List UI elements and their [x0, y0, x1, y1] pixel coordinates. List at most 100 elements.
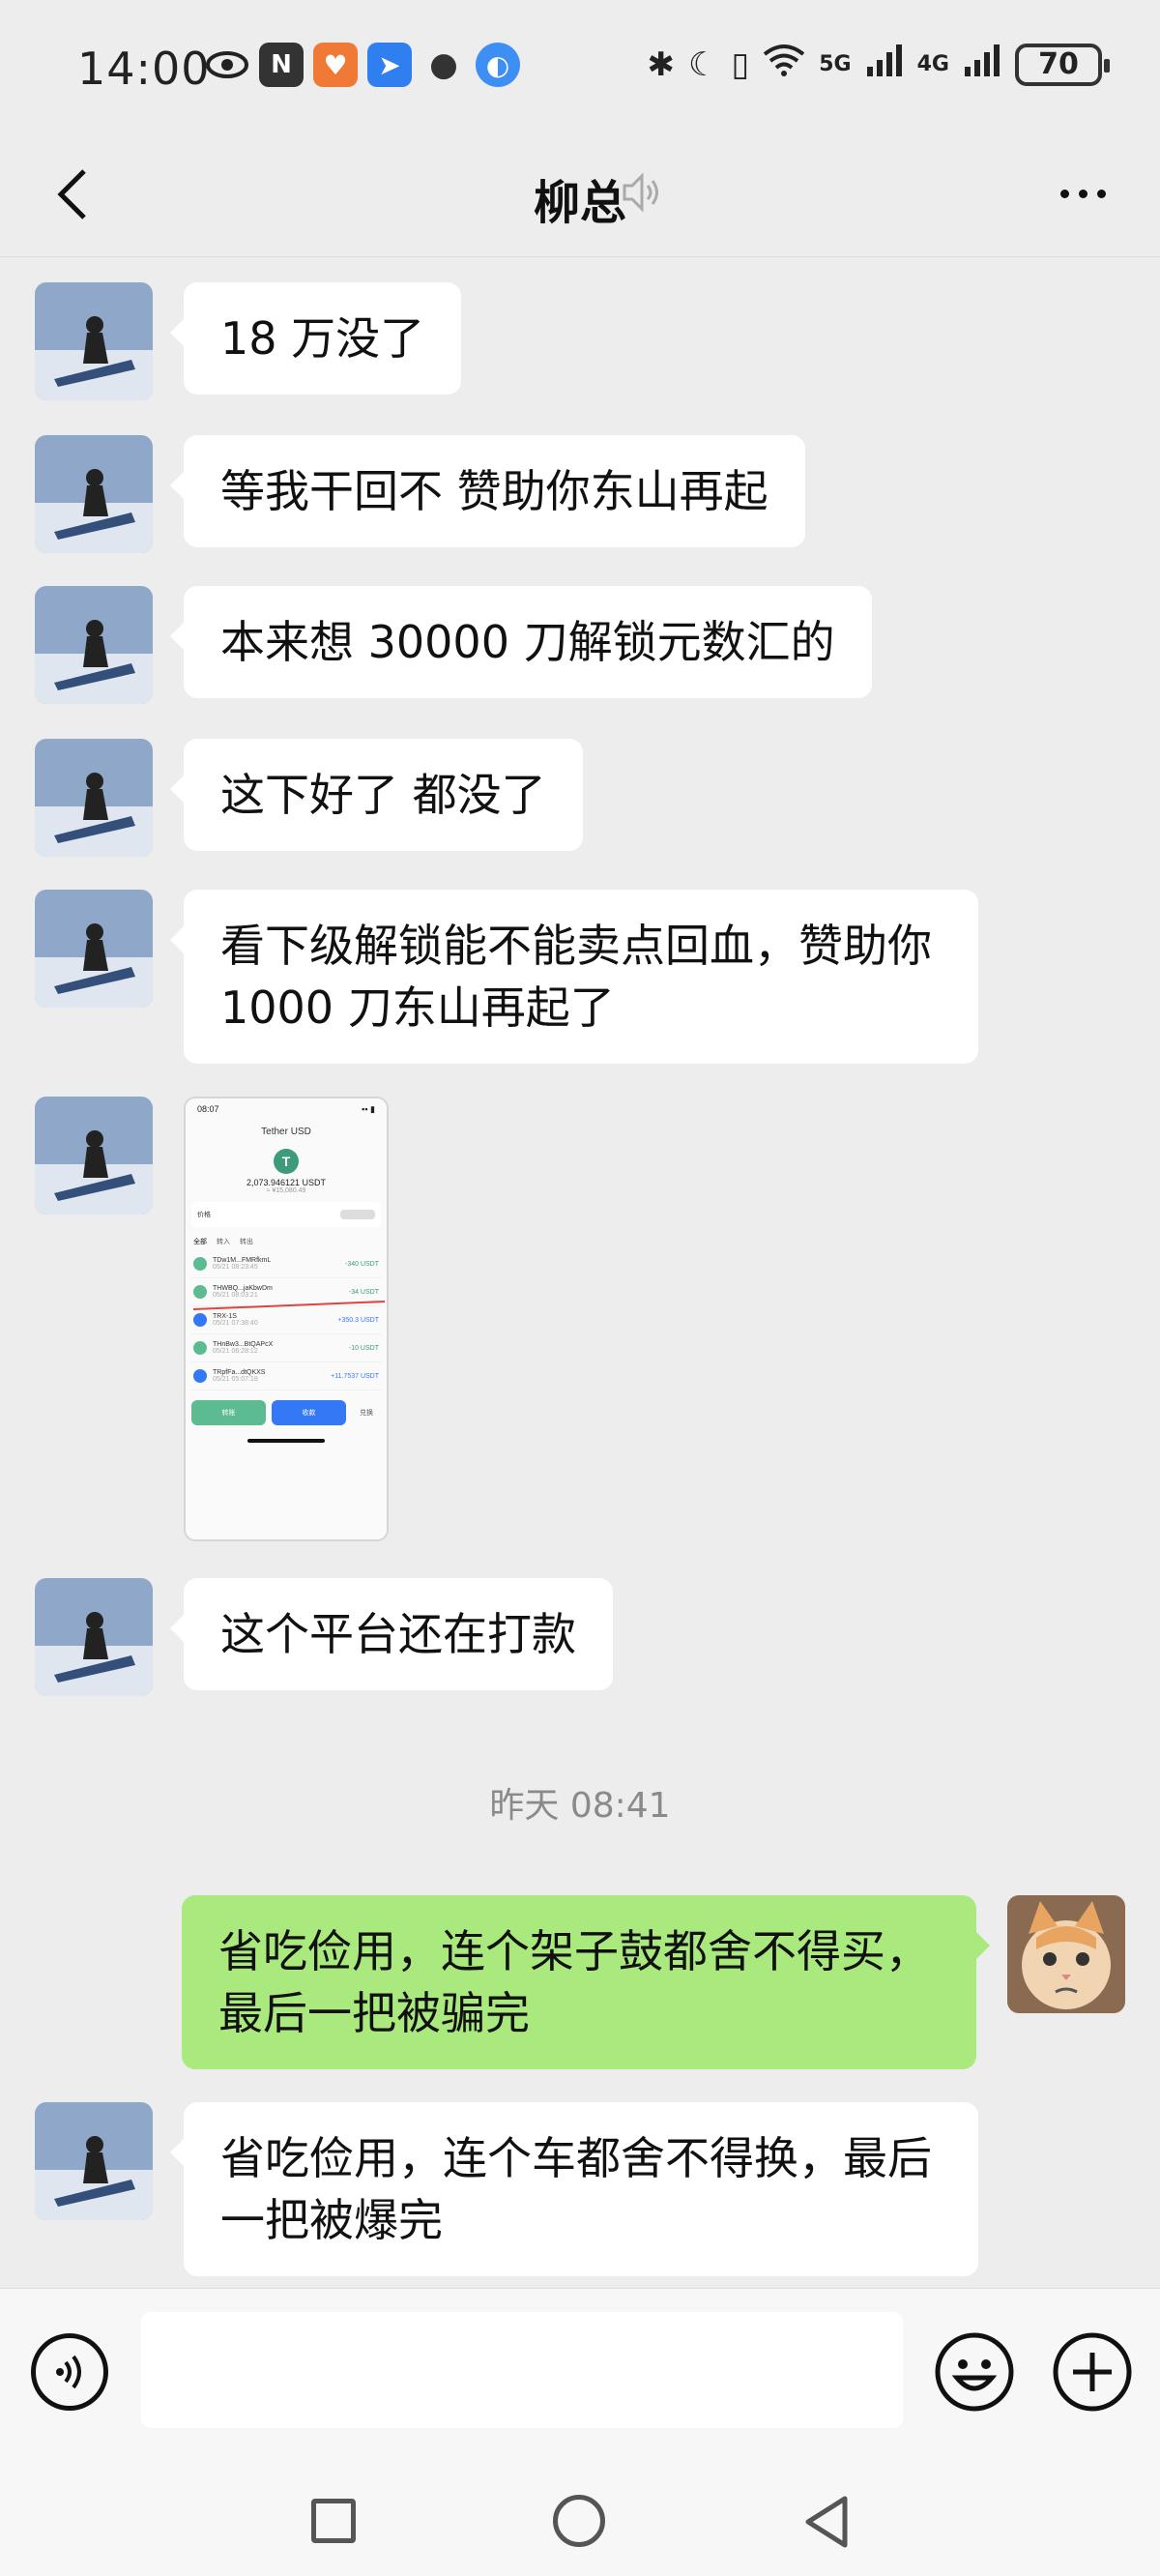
contact-avatar[interactable] [35, 739, 153, 857]
message-bubble[interactable]: 看下级解锁能不能卖点回血，赞助你 1000 刀东山再起了 [170, 890, 978, 1064]
plus-icon [1053, 2332, 1132, 2412]
status-time: 14:00 [77, 43, 211, 95]
tx-amount: -34 USDT [348, 1288, 379, 1296]
screenshot-fiat: ≈ ¥15,080.49 [266, 1187, 306, 1194]
tx-amount: -10 USDT [348, 1344, 379, 1352]
screenshot-time: 08:07 [197, 1104, 219, 1114]
more-actions-button[interactable] [1052, 2331, 1133, 2413]
tx-icon [193, 1257, 207, 1271]
more-dot-icon [1059, 189, 1069, 198]
screenshot-price-label: 价格 [197, 1212, 211, 1218]
browser-app-icon: ◐ [476, 43, 520, 87]
system-nav-bar [0, 2460, 1160, 2576]
triangle-back-icon [805, 2496, 848, 2548]
screenshot-tx: TRX-1S 05/21 07:38:40 +350.3 USDT [191, 1306, 381, 1334]
screenshot-price-pill [340, 1210, 375, 1219]
vibrate-icon: ▯ [731, 44, 750, 84]
tx-amount: -340 USDT [344, 1260, 379, 1268]
eye-icon [205, 43, 249, 87]
message-bubble[interactable]: 这个平台还在打款 [170, 1578, 613, 1690]
screenshot-transfer-button: 转账 [191, 1400, 266, 1425]
tx-icon [193, 1341, 207, 1355]
message-input[interactable] [141, 2312, 903, 2428]
tx-amount: +11.7537 USDT [331, 1372, 379, 1380]
contact-avatar[interactable] [35, 1578, 153, 1696]
screenshot-status-icons: ▪▪ ▮ [362, 1104, 375, 1114]
screenshot-buttons: 转账 收款 兑换 [186, 1390, 387, 1435]
input-bar [0, 2288, 1160, 2460]
tx-amount: +350.3 USDT [337, 1316, 379, 1324]
message-bubble[interactable]: 省吃俭用，连个车都舍不得换，最后一把被爆完 [170, 2102, 978, 2276]
signal-4g-icon: 4G [916, 52, 949, 76]
status-bar: 14:00 N ♥ ➤ ● ◐ ✱ ☾ ▯ 5G 4G 70 [0, 0, 1160, 135]
battery-icon: 70 [1015, 43, 1110, 86]
screenshot-swap-button: 兑换 [360, 1410, 373, 1417]
message-bubble[interactable]: 18 万没了 [169, 282, 462, 395]
screenshot-status-bar: 08:07 ▪▪ ▮ [186, 1098, 387, 1121]
contact-avatar[interactable] [35, 1097, 153, 1215]
more-options-button[interactable] [1044, 164, 1121, 222]
system-back-button[interactable] [798, 2493, 856, 2551]
contact-avatar[interactable] [35, 435, 153, 553]
nfc-icon: N [259, 43, 304, 87]
moon-icon: ☾ [688, 44, 718, 84]
screenshot-title: Tether USD [261, 1127, 311, 1137]
contact-avatar[interactable] [35, 890, 153, 1008]
screenshot-tab: 转入 [217, 1239, 230, 1245]
signal-5g-icon: 5G [819, 52, 852, 76]
heart-app-icon: ♥ [313, 43, 358, 87]
screenshot-tx: TDw1M...FMRfkmL 05/21 08:23:45 -340 USDT [191, 1250, 381, 1278]
contact-avatar[interactable] [35, 282, 153, 400]
contact-avatar[interactable] [35, 2102, 153, 2220]
more-dot-icon [1096, 189, 1106, 198]
contact-avatar[interactable] [35, 586, 153, 704]
tx-address: TRpfFa...dtQKXS 05/21 05:07:18 [213, 1369, 266, 1383]
message-bubble[interactable]: 等我干回不 赞助你东山再起 [170, 435, 805, 547]
bluetooth-icon: ✱ [647, 44, 676, 84]
self-avatar[interactable] [1007, 1895, 1125, 2013]
tx-icon [193, 1285, 207, 1299]
arrow-app-icon: ➤ [367, 43, 412, 87]
screenshot-tx: THnBw3...BtQAPcX 05/21 06:28:12 -10 USDT [191, 1334, 381, 1362]
screenshot-tabs: 全部 转入 转出 [186, 1233, 387, 1250]
timestamp: 昨天 08:41 [489, 1786, 671, 1826]
message-bubble[interactable]: 省吃俭用，连个架子鼓都舍不得买，最后一把被骗完 [182, 1895, 990, 2069]
screenshot-tx: THWBQ...jaKbwDm 05/21 08:03:21 -34 USDT [191, 1278, 385, 1310]
screenshot-receive-button: 收款 [272, 1400, 346, 1425]
voice-icon [56, 2355, 81, 2389]
recent-apps-button[interactable] [311, 2499, 356, 2543]
tx-address: THnBw3...BtQAPcX 05/21 06:28:12 [213, 1341, 274, 1355]
more-dot-icon [1078, 189, 1088, 198]
screenshot-tab: 全部 [193, 1239, 207, 1245]
tx-address: TRX-1S 05/21 07:38:40 [213, 1313, 258, 1327]
screenshot-home-indicator [247, 1439, 325, 1443]
wechat-icon: ● [429, 45, 458, 84]
tx-icon [193, 1369, 207, 1383]
voice-input-button[interactable] [31, 2333, 108, 2411]
notification-icons: N ♥ ➤ ● ◐ [205, 43, 520, 87]
screenshot-header: Tether USD [186, 1121, 387, 1141]
tx-address: TDw1M...FMRfkmL 05/21 08:23:45 [213, 1257, 272, 1271]
message-bubble[interactable]: 这下好了 都没了 [170, 739, 583, 851]
home-button[interactable] [553, 2495, 605, 2547]
system-icons: ✱ ☾ ▯ 5G 4G 70 [647, 43, 1110, 86]
chat-header: 柳总 [0, 135, 1160, 257]
message-bubble[interactable]: 本来想 30000 刀解锁元数汇的 [170, 586, 872, 698]
chat-messages: 18 万没了 等我干回不 赞助你东山再起 本来想 30000 刀解锁元数汇的 这… [0, 257, 1160, 2288]
signal-bars-icon [963, 44, 1001, 85]
battery-level: 70 [1038, 47, 1079, 81]
page-title: 柳总 [533, 176, 626, 230]
tether-icon: T [274, 1149, 299, 1174]
emoji-button[interactable] [934, 2331, 1015, 2413]
tx-address: THWBQ...jaKbwDm 05/21 08:03:21 [213, 1285, 273, 1299]
mute-notifications-icon [619, 170, 663, 215]
tx-icon [193, 1313, 207, 1327]
image-message[interactable]: 08:07 ▪▪ ▮ Tether USD T 2,073.946121 USD… [184, 1097, 389, 1541]
screenshot-amount: 2,073.946121 USDT [246, 1178, 327, 1187]
smiley-icon [935, 2332, 1014, 2412]
screenshot-tx: TRpfFa...dtQKXS 05/21 05:07:18 +11.7537 U… [191, 1362, 381, 1390]
screenshot-price-row: 价格 [191, 1202, 381, 1227]
wifi-icon [763, 43, 805, 86]
signal-bars-icon [865, 44, 904, 85]
screenshot-tab: 转出 [240, 1239, 253, 1245]
